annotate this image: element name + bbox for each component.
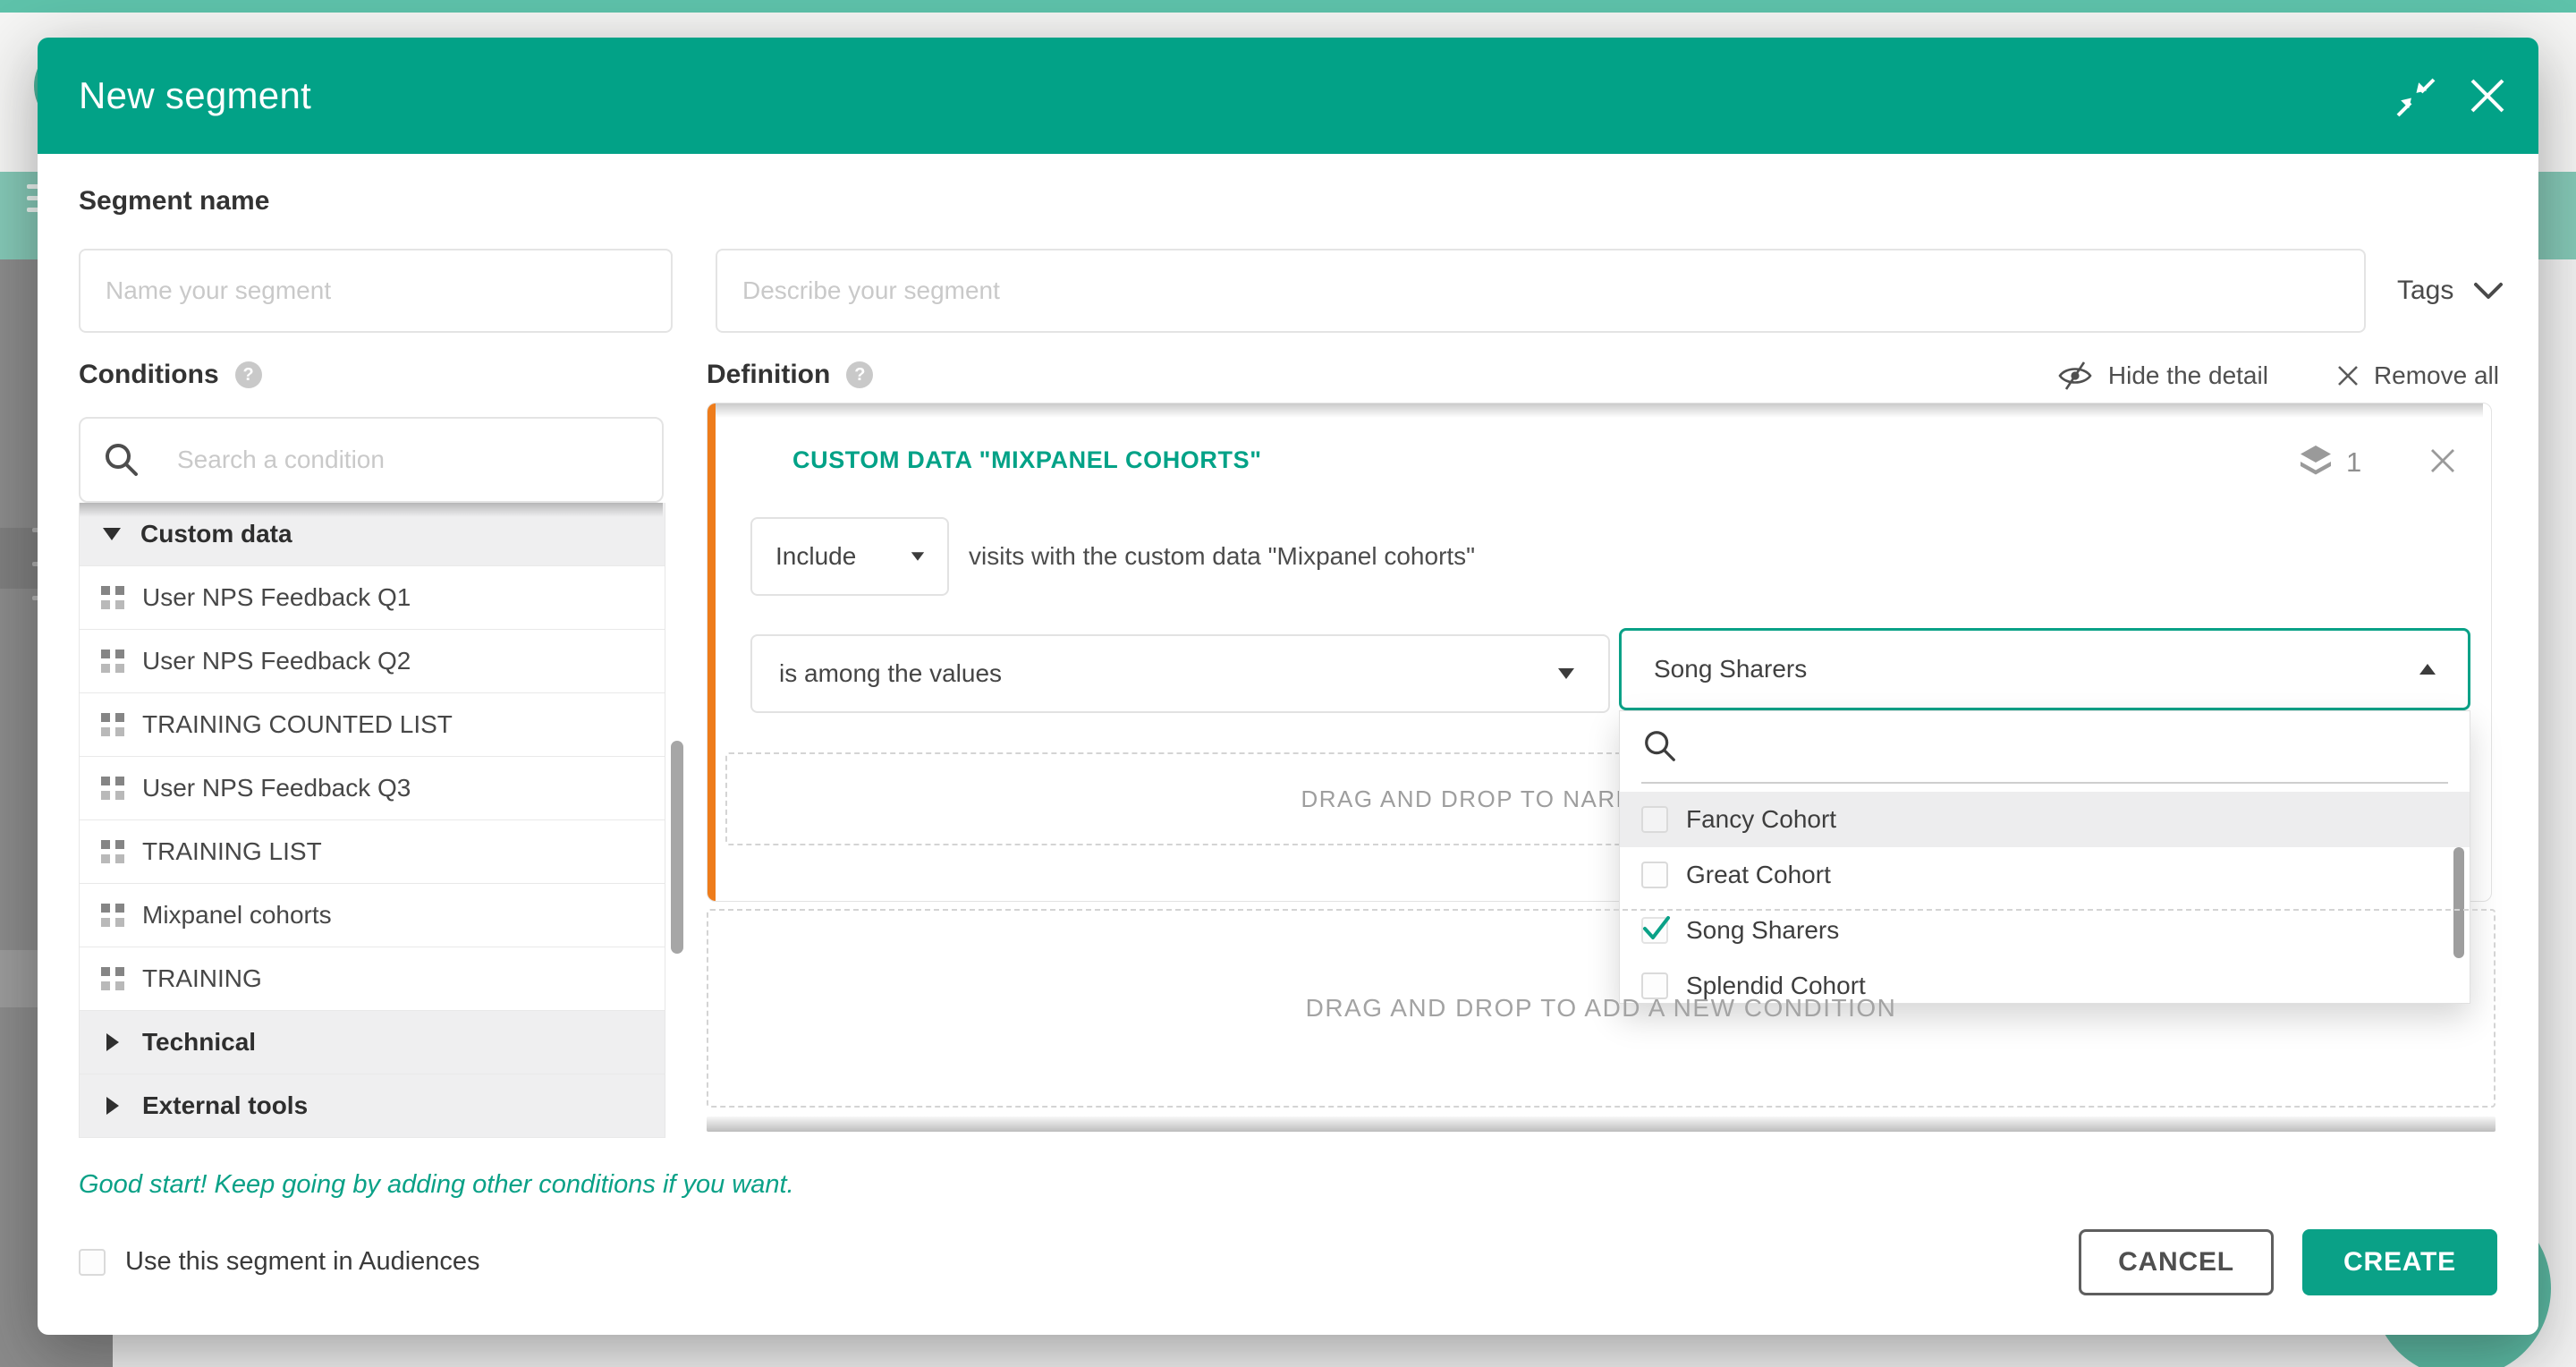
collapse-icon[interactable]: [2395, 77, 2436, 118]
conditions-help-icon[interactable]: ?: [235, 361, 262, 388]
drop-zone-new-condition[interactable]: DRAG AND DROP TO ADD A NEW CONDITION: [707, 909, 2496, 1108]
condition-item[interactable]: TRAINING COUNTED LIST: [80, 693, 665, 757]
app-top-strip: [0, 0, 2576, 13]
use-in-audiences-row[interactable]: Use this segment in Audiences: [79, 1247, 480, 1277]
checkbox-unchecked[interactable]: [1641, 806, 1668, 833]
audiences-label: Use this segment in Audiences: [125, 1247, 480, 1277]
cohort-option[interactable]: Great Cohort: [1620, 847, 2470, 903]
conditions-list: Custom data User NPS Feedback Q1 User NP…: [79, 503, 665, 1138]
drag-handle-icon: [101, 586, 124, 609]
panel-divider: [1641, 782, 2448, 784]
condition-item[interactable]: User NPS Feedback Q1: [80, 566, 665, 630]
triangle-down-icon: [103, 528, 121, 540]
condition-search-input[interactable]: [152, 420, 653, 499]
tags-label: Tags: [2397, 276, 2453, 306]
drag-handle-icon: [101, 777, 124, 800]
segment-tip-text: Good start! Keep going by adding other c…: [79, 1170, 794, 1200]
audiences-checkbox[interactable]: [79, 1249, 106, 1276]
value-search-input[interactable]: [1688, 718, 2439, 776]
condition-card-title: CUSTOM DATA "MIXPANEL COHORTS": [792, 446, 1262, 474]
definition-help-icon[interactable]: ?: [846, 361, 873, 388]
condition-group-technical[interactable]: Technical: [80, 1011, 665, 1074]
definition-heading: Definition: [707, 360, 830, 390]
operator-select[interactable]: is among the values: [750, 634, 1610, 713]
list-scroll-shadow: [80, 503, 663, 517]
triangle-right-icon: [106, 1033, 119, 1051]
condition-search-box: [79, 417, 664, 503]
drag-handle-icon: [101, 650, 124, 673]
condition-sentence: visits with the custom data "Mixpanel co…: [969, 517, 1475, 596]
app-root: New segment Segment name Tags Conditi: [0, 0, 2576, 1367]
value-select[interactable]: Song Sharers: [1619, 628, 2470, 710]
hide-detail-button[interactable]: Hide the detail: [2108, 361, 2268, 390]
tags-dropdown[interactable]: Tags: [2397, 249, 2538, 333]
drag-handle-icon: [101, 967, 124, 990]
drag-handle-icon: [101, 904, 124, 927]
search-icon: [1641, 727, 1679, 765]
caret-up-icon: [2419, 664, 2436, 675]
condition-stack-count: 1: [2346, 446, 2361, 479]
modal-header: New segment: [38, 38, 2538, 154]
conditions-scrollbar[interactable]: [671, 741, 683, 954]
include-select[interactable]: Include: [750, 517, 949, 596]
layers-icon[interactable]: [2298, 443, 2334, 479]
create-button[interactable]: CREATE: [2302, 1229, 2497, 1295]
condition-group-external-tools[interactable]: External tools: [80, 1074, 665, 1138]
search-icon: [102, 440, 141, 480]
condition-close-icon[interactable]: [2428, 446, 2457, 475]
drag-handle-icon: [101, 713, 124, 736]
condition-item[interactable]: TRAINING LIST: [80, 820, 665, 884]
cohort-option[interactable]: Fancy Cohort: [1620, 792, 2470, 847]
triangle-right-icon: [106, 1097, 119, 1115]
segment-name-label: Segment name: [79, 186, 269, 217]
checkbox-unchecked[interactable]: [1641, 862, 1668, 888]
condition-item[interactable]: TRAINING: [80, 947, 665, 1011]
value-select-value: Song Sharers: [1654, 655, 1807, 684]
segment-name-input[interactable]: [79, 249, 673, 333]
remove-all-button[interactable]: Remove all: [2374, 361, 2499, 390]
segment-description-input[interactable]: [716, 249, 2366, 333]
card-scroll-shadow: [716, 403, 2483, 418]
eye-off-icon: [2056, 360, 2094, 392]
close-icon[interactable]: [2467, 75, 2508, 116]
cancel-button[interactable]: CANCEL: [2079, 1229, 2274, 1295]
condition-item[interactable]: User NPS Feedback Q2: [80, 630, 665, 693]
condition-item[interactable]: Mixpanel cohorts: [80, 884, 665, 947]
condition-item[interactable]: User NPS Feedback Q3: [80, 757, 665, 820]
modal-title: New segment: [79, 38, 311, 154]
caret-down-icon: [1558, 668, 1574, 679]
conditions-heading: Conditions: [79, 360, 219, 390]
drag-handle-icon: [101, 840, 124, 863]
new-segment-modal: New segment Segment name Tags Conditi: [38, 38, 2538, 1335]
chevron-down-icon: [2473, 281, 2504, 301]
definition-hscrollbar[interactable]: [707, 1117, 2496, 1132]
caret-down-icon: [911, 552, 924, 561]
remove-all-icon: [2336, 364, 2360, 387]
condition-card-accent: [708, 403, 716, 901]
